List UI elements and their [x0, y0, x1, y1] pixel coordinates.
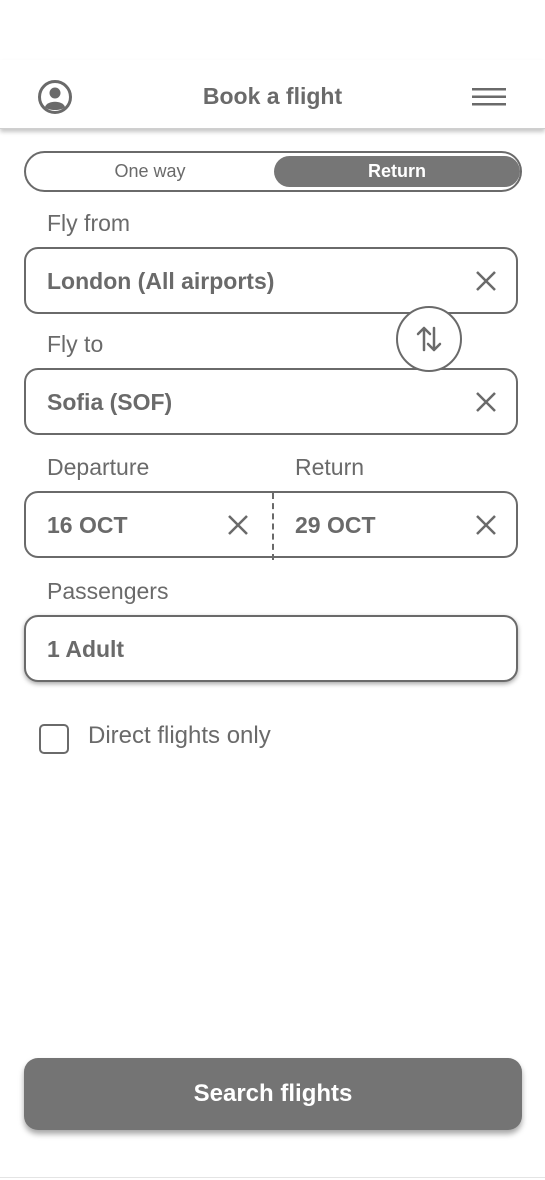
trip-type-toggle: One way Return [24, 151, 522, 192]
clear-departure-button[interactable] [227, 514, 249, 536]
departure-date-value[interactable]: 16 OCT [47, 493, 128, 560]
direct-flights-checkbox[interactable] [39, 724, 69, 754]
close-icon [476, 271, 496, 291]
passengers-label: Passengers [47, 578, 169, 604]
fly-from-field[interactable]: London (All airports) [24, 247, 518, 314]
date-divider [272, 493, 274, 560]
one-way-option[interactable]: One way [26, 153, 274, 190]
fly-to-field[interactable]: Sofia (SOF) [24, 368, 518, 435]
fly-to-value: Sofia (SOF) [47, 389, 173, 415]
swap-airports-button[interactable] [396, 306, 462, 372]
close-icon [228, 515, 248, 535]
fly-to-label: Fly to [47, 331, 104, 357]
passengers-field[interactable]: 1 Adult [24, 615, 518, 682]
page-title: Book a flight [202, 83, 343, 109]
close-icon [476, 515, 496, 535]
return-option[interactable]: Return [274, 156, 520, 187]
clear-return-button[interactable] [475, 514, 497, 536]
direct-flights-label[interactable]: Direct flights only [88, 722, 271, 750]
clear-fly-to-button[interactable] [475, 391, 497, 413]
departure-label: Departure [47, 454, 150, 480]
menu-button[interactable] [470, 85, 508, 109]
divider [0, 1177, 545, 1178]
passengers-value: 1 Adult [47, 636, 125, 662]
fly-from-label: Fly from [47, 210, 131, 236]
dates-field: 16 OCT 29 OCT [24, 491, 518, 560]
fly-from-value: London (All airports) [47, 268, 275, 294]
return-date-label: Return [295, 454, 365, 480]
swap-vertical-arrows-icon [416, 326, 442, 352]
search-flights-button[interactable]: Search flights [24, 1058, 522, 1130]
close-icon [476, 392, 496, 412]
app-header: Book a flight [0, 60, 545, 129]
hamburger-menu-icon [472, 88, 506, 106]
clear-fly-from-button[interactable] [475, 270, 497, 292]
return-date-value[interactable]: 29 OCT [295, 493, 376, 560]
